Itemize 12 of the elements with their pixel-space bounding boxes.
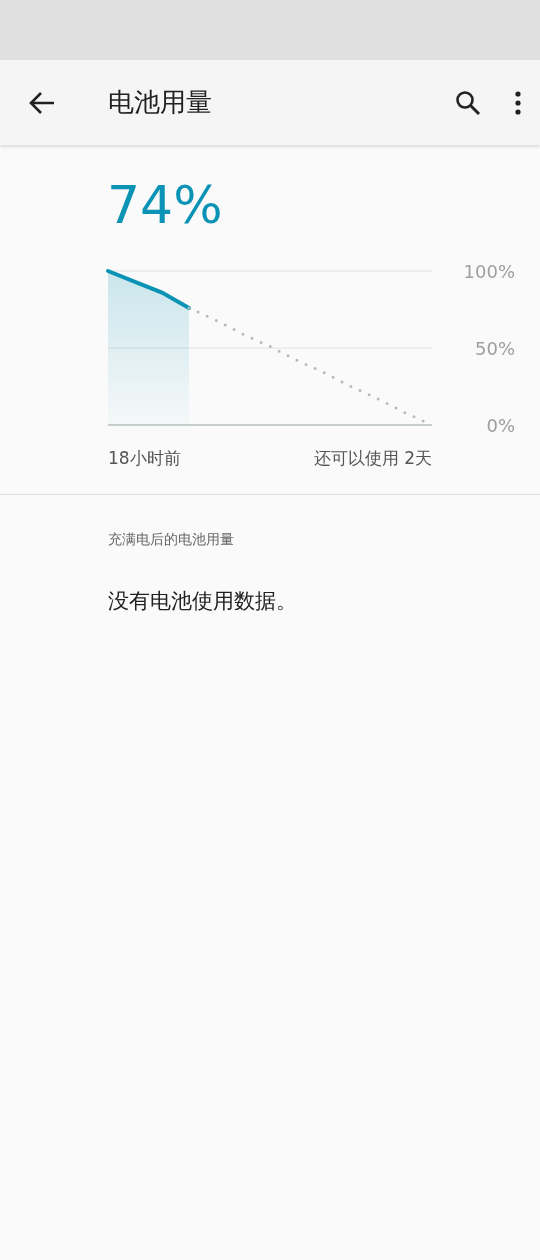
screen-title: 电池用量	[108, 86, 213, 119]
section-header: 充满电后的电池用量	[108, 531, 234, 549]
remaining-time-label: 还可以使用 2天	[313, 447, 432, 470]
axis-tick-label: 100%	[463, 265, 515, 282]
axis-tick-label: 50%	[475, 338, 515, 359]
search-icon	[455, 89, 481, 116]
start-time-label: 18小时前	[108, 447, 181, 470]
back-arrow-icon	[29, 90, 55, 115]
more-vertical-icon	[515, 90, 521, 115]
battery-percentage: 74%	[107, 174, 223, 237]
axis-tick-label: 0%	[486, 415, 515, 435]
empty-message: 没有电池使用数据。	[108, 588, 297, 615]
